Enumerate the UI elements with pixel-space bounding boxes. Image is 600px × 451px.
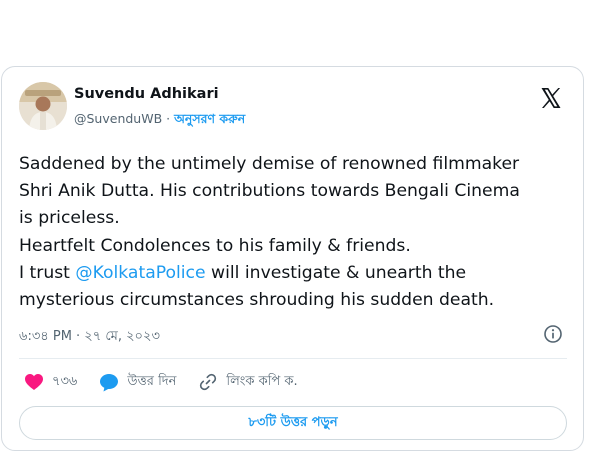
copy-link-button[interactable]: লিংক কপি ক. bbox=[198, 372, 298, 393]
tweet-text-line: Heartfelt Condolences to his family & fr… bbox=[19, 235, 411, 256]
like-count: ৭৩৬ bbox=[52, 373, 78, 389]
reply-bubble-icon bbox=[100, 373, 119, 391]
text-fragment: will investigate & unearth the bbox=[205, 262, 467, 283]
action-bar: ৭৩৬ উত্তর দিন লিংক কপি ক. bbox=[24, 369, 320, 395]
follow-button[interactable]: অনুসরণ করুন bbox=[174, 111, 245, 126]
handle-separator: · bbox=[162, 111, 175, 126]
tweet-text-line: I trust @KolkataPolice will investigate … bbox=[19, 260, 574, 287]
like-button[interactable]: ৭৩৬ bbox=[24, 372, 77, 393]
read-replies-button[interactable]: ৮৩টি উত্তর পড়ুন bbox=[19, 406, 567, 440]
divider bbox=[19, 358, 567, 359]
reply-button[interactable]: উত্তর দিন bbox=[99, 372, 176, 393]
tweet-text-line: Saddened by the untimely demise of renow… bbox=[19, 154, 520, 174]
tweet-text-line: Shri Anik Dutta. His contributions towar… bbox=[19, 181, 520, 202]
heart-icon bbox=[25, 374, 43, 390]
link-icon bbox=[200, 373, 217, 391]
info-icon[interactable] bbox=[543, 324, 563, 344]
avatar-image bbox=[19, 82, 67, 130]
copy-link-label: লিংক কপি ক. bbox=[226, 373, 298, 389]
author-handle[interactable]: @SuvenduWB bbox=[74, 111, 162, 126]
tweet-card: Suvendu Adhikari @SuvenduWB · অনুসরণ করু… bbox=[1, 66, 584, 451]
avatar[interactable] bbox=[19, 82, 67, 130]
reply-label: উত্তর দিন bbox=[127, 373, 177, 389]
timestamp[interactable]: ৬:৩৪ PM · ২৭ মে, ২০২৩ bbox=[19, 327, 160, 348]
tweet-text-line: is priceless. bbox=[19, 208, 120, 229]
x-logo-icon[interactable] bbox=[539, 86, 563, 110]
tweet-text-line: mysterious circumstances shrouding his s… bbox=[19, 290, 495, 311]
handle-row: @SuvenduWB · অনুসরণ করুন bbox=[74, 111, 245, 131]
author-name[interactable]: Suvendu Adhikari bbox=[74, 86, 219, 102]
mention-link[interactable]: @KolkataPolice bbox=[75, 263, 205, 283]
text-fragment: I trust bbox=[19, 262, 76, 283]
tweet-text: Saddened by the untimely demise of renow… bbox=[19, 151, 574, 314]
